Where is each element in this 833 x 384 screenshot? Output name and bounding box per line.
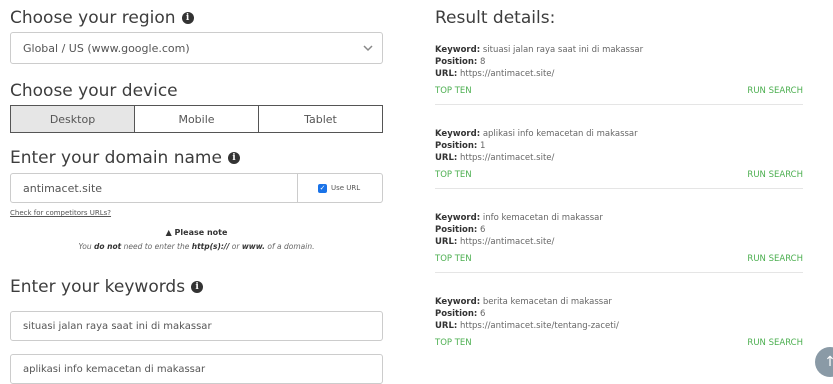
keyword-label: Keyword: [435, 213, 481, 223]
result-item: Keyword: info kemacetan di makassar Posi… [435, 212, 803, 273]
keyword-value: aplikasi info kemacetan di makassar [482, 129, 638, 139]
use-url-label: Use URL [331, 184, 361, 192]
keyword-label: Keyword: [435, 297, 481, 307]
result-item: Keyword: berita kemacetan di makassar Po… [435, 296, 803, 348]
result-item: Keyword: situasi jalan raya saat ini di … [435, 44, 803, 105]
result-keyword: Keyword: aplikasi info kemacetan di maka… [435, 128, 803, 140]
run-search-link[interactable]: RUN SEARCH [747, 338, 803, 348]
url-value: https://antimacet.site/ [459, 153, 555, 163]
result-keyword: Keyword: berita kemacetan di makassar [435, 296, 803, 308]
result-item: Keyword: aplikasi info kemacetan di maka… [435, 128, 803, 189]
result-url: URL: https://antimacet.site/ [435, 152, 803, 164]
keyword-input-1[interactable]: situasi jalan raya saat ini di makassar [10, 311, 383, 341]
arrow-up-icon[interactable]: ↑ [815, 347, 833, 377]
url-label: URL: [435, 237, 458, 247]
top-ten-link[interactable]: TOP TEN [435, 254, 472, 264]
note-title-text: Please note [174, 228, 228, 237]
keywords-title: Enter your keywords i [10, 276, 204, 298]
domain-title-text: Enter your domain name [10, 148, 222, 168]
position-value: 1 [480, 141, 486, 151]
device-title: Choose your device [10, 80, 178, 102]
device-tablet-button[interactable]: Tablet [259, 106, 382, 132]
result-keyword: Keyword: info kemacetan di makassar [435, 212, 803, 224]
device-desktop-button[interactable]: Desktop [11, 106, 135, 132]
divider [435, 104, 803, 105]
domain-input[interactable]: antimacet.site [11, 174, 298, 202]
url-value: https://antimacet.site/ [459, 69, 555, 79]
note-do-not: do not [94, 242, 122, 251]
position-value: 6 [480, 309, 486, 319]
note-text: You do not need to enter the http(s):// … [10, 242, 383, 251]
url-value: https://antimacet.site/ [459, 237, 555, 247]
note-or: or [229, 242, 242, 251]
url-label: URL: [435, 153, 458, 163]
position-label: Position: [435, 309, 478, 319]
note-prefix: You [78, 242, 94, 251]
competitors-link[interactable]: Check for competitors URLs? [10, 209, 111, 217]
domain-field: antimacet.site ✓ Use URL [10, 173, 383, 203]
run-search-link[interactable]: RUN SEARCH [747, 86, 803, 96]
info-icon[interactable]: i [191, 281, 204, 293]
position-label: Position: [435, 57, 478, 67]
url-value: https://antimacet.site/tentang-zaceti/ [459, 321, 619, 331]
region-select-value: Global / US (www.google.com) [23, 41, 190, 55]
divider [435, 188, 803, 189]
device-mobile-button[interactable]: Mobile [135, 106, 259, 132]
position-value: 8 [480, 57, 486, 67]
keyword-value: berita kemacetan di makassar [482, 297, 612, 307]
run-search-link[interactable]: RUN SEARCH [747, 170, 803, 180]
run-search-link[interactable]: RUN SEARCH [747, 254, 803, 264]
divider [435, 272, 803, 273]
position-label: Position: [435, 141, 478, 151]
device-toggle: Desktop Mobile Tablet [10, 105, 383, 133]
device-title-text: Choose your device [10, 81, 178, 101]
use-url-toggle[interactable]: ✓ Use URL [298, 174, 382, 202]
top-ten-link[interactable]: TOP TEN [435, 86, 472, 96]
region-title-text: Choose your region [10, 8, 176, 28]
note-www: www. [241, 242, 266, 251]
url-label: URL: [435, 321, 458, 331]
result-url: URL: https://antimacet.site/ [435, 236, 803, 248]
note-title: ▲ Please note [10, 228, 383, 237]
warning-icon: ▲ [165, 228, 172, 237]
keyword-value: situasi jalan raya saat ini di makassar [482, 45, 644, 55]
position-label: Position: [435, 225, 478, 235]
info-icon[interactable]: i [181, 12, 194, 24]
keyword-label: Keyword: [435, 129, 481, 139]
keyword-input-2[interactable]: aplikasi info kemacetan di makassar [10, 354, 383, 384]
results-title: Result details: [435, 8, 556, 28]
keywords-title-text: Enter your keywords [10, 277, 186, 297]
keyword-label: Keyword: [435, 45, 481, 55]
result-position: Position: 6 [435, 224, 803, 236]
chevron-down-icon [363, 45, 373, 52]
domain-title: Enter your domain name i [10, 147, 240, 169]
note-mid: need to enter the [121, 242, 192, 251]
result-position: Position: 1 [435, 140, 803, 152]
result-position: Position: 6 [435, 308, 803, 320]
info-icon[interactable]: i [227, 152, 240, 164]
position-value: 6 [480, 225, 486, 235]
note-suffix: of a domain. [265, 242, 315, 251]
region-title: Choose your region i [10, 7, 194, 29]
keyword-value: info kemacetan di makassar [482, 213, 603, 223]
result-url: URL: https://antimacet.site/ [435, 68, 803, 80]
checkbox-checked-icon[interactable]: ✓ [318, 183, 327, 193]
result-keyword: Keyword: situasi jalan raya saat ini di … [435, 44, 803, 56]
top-ten-link[interactable]: TOP TEN [435, 338, 472, 348]
result-position: Position: 8 [435, 56, 803, 68]
result-url: URL: https://antimacet.site/tentang-zace… [435, 320, 803, 332]
top-ten-link[interactable]: TOP TEN [435, 170, 472, 180]
url-label: URL: [435, 69, 458, 79]
note-http: http(s):// [191, 242, 230, 251]
region-select[interactable]: Global / US (www.google.com) [10, 32, 383, 64]
